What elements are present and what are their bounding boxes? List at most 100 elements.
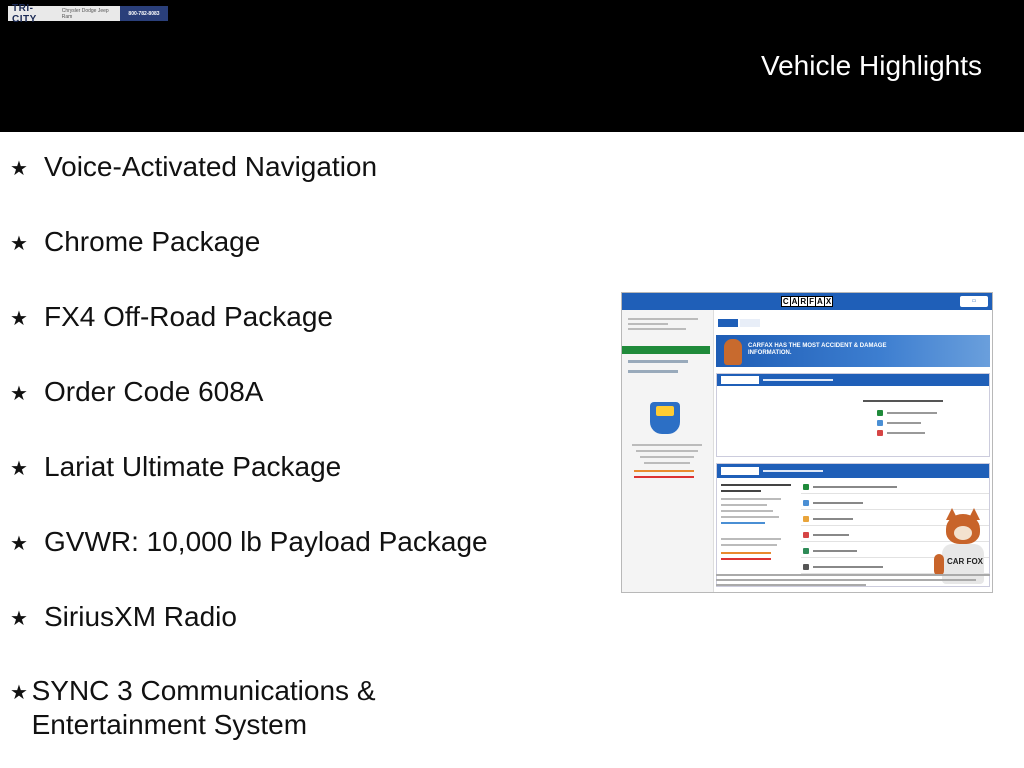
star-icon: ★ — [10, 306, 28, 330]
carfax-tabs — [718, 319, 762, 327]
dealer-phone-text: 800-782-8083 — [128, 10, 160, 17]
highlight-label: SYNC 3 Communications & Entertainment Sy… — [31, 675, 376, 740]
vehicle-history-header — [717, 464, 989, 478]
carfax-report-thumbnail[interactable]: C A R F A X ▭ CARFAX HAS THE MOST ACCIDE — [621, 292, 993, 593]
history-row — [801, 496, 989, 510]
vehicle-text-line — [721, 504, 767, 506]
history-row — [801, 480, 989, 494]
tab-other — [740, 319, 760, 327]
highlight-label: Lariat Ultimate Package — [44, 451, 342, 482]
carfax-logo-letter: R — [800, 297, 809, 306]
vehicle-text-line — [721, 490, 761, 492]
list-item: ★ SYNC 3 Communications & Entertainment … — [10, 674, 430, 742]
highlight-label: Order Code 608A — [44, 376, 264, 407]
footer-text-line — [716, 574, 990, 576]
tools-icon — [803, 500, 809, 506]
badge-icon — [650, 402, 680, 434]
star-icon: ★ — [10, 381, 28, 405]
row-text-line — [887, 422, 921, 424]
vehicle-text-line — [721, 510, 773, 512]
fox-mascot-icon: CAR FOX — [934, 508, 990, 592]
list-item: ★ GVWR: 10,000 lb Payload Package — [10, 525, 570, 561]
vehicle-text-line — [721, 498, 781, 500]
carfax-top-bar: C A R F A X ▭ — [622, 293, 992, 310]
star-icon: ★ — [10, 156, 28, 180]
location-icon — [803, 548, 809, 554]
carfax-mini-logo — [721, 376, 759, 384]
star-icon: ★ — [10, 231, 28, 255]
vehicle-text-line — [721, 538, 781, 540]
dealer-logo[interactable]: TRI-CITY Chrysler Dodge Jeep Ram 800-782… — [8, 3, 168, 25]
carfax-mini-logo — [721, 467, 759, 475]
row-text-line — [813, 486, 897, 488]
check-icon — [877, 410, 883, 416]
dealer-logo-phone: 800-782-8083 — [120, 6, 168, 21]
row-text-line — [813, 518, 853, 520]
tab-report — [718, 319, 738, 327]
print-icon: ▭ — [960, 296, 988, 307]
list-item: ★ Order Code 608A — [10, 375, 570, 411]
row-text-line — [887, 412, 937, 414]
carfax-logo-letter: A — [791, 297, 800, 306]
page-title: Vehicle Highlights — [760, 50, 982, 81]
footer-text-line — [716, 579, 976, 581]
history-events-title — [863, 400, 943, 402]
sidebar-text-line — [628, 328, 686, 330]
fox-arm — [934, 554, 944, 576]
sidebar-text-line — [632, 444, 702, 446]
vehicle-text-line — [721, 522, 765, 524]
highlight-label: GVWR: 10,000 lb Payload Package — [44, 526, 488, 557]
fox-face — [954, 526, 972, 540]
tools-icon — [877, 420, 883, 426]
carfax-sidebar — [622, 310, 714, 592]
carfax-logo-letter: F — [809, 297, 817, 306]
dealer-logo-text: TRI-CITY — [12, 2, 37, 25]
vehicle-text-line — [721, 484, 791, 486]
sidebar-text-line — [640, 456, 694, 458]
odometer-icon — [803, 564, 809, 570]
highlight-label: Chrome Package — [44, 226, 261, 257]
vehicle-text-line — [721, 544, 777, 546]
carfax-main: CARFAX HAS THE MOST ACCIDENT & DAMAGE IN… — [716, 310, 992, 592]
sidebar-text-line — [628, 318, 698, 320]
dealer-logo-tagline: Chrysler Dodge Jeep Ram — [61, 7, 109, 20]
sidebar-text-line — [634, 476, 694, 478]
star-icon: ★ — [10, 680, 28, 704]
header-text-line — [763, 379, 833, 381]
sidebar-nav-active — [622, 346, 710, 354]
highlight-label: SiriusXM Radio — [44, 601, 237, 632]
sidebar-text-line — [636, 450, 698, 452]
list-item: ★ Chrome Package — [10, 225, 570, 261]
row-text-line — [813, 502, 863, 504]
star-icon: ★ — [10, 456, 28, 480]
dealer-logo-main: TRI-CITY Chrysler Dodge Jeep Ram — [8, 3, 120, 25]
check-icon — [803, 484, 809, 490]
highlight-label: Voice-Activated Navigation — [44, 151, 378, 182]
row-text-line — [887, 432, 925, 434]
vehicle-text-line — [721, 558, 771, 560]
list-item: ★ Lariat Ultimate Package — [10, 450, 570, 486]
banner-text: CARFAX HAS THE MOST ACCIDENT & DAMAGE IN… — [748, 343, 887, 356]
list-item: ★ FX4 Off-Road Package — [10, 300, 570, 336]
sidebar-text-line — [628, 323, 668, 325]
carfax-logo-letter: A — [817, 297, 825, 306]
sidebar-link — [628, 370, 678, 373]
header-bar: TRI-CITY Chrysler Dodge Jeep Ram 800-782… — [0, 0, 1024, 132]
vehicle-text-line — [721, 552, 771, 554]
owner-icon — [803, 516, 809, 522]
row-text-line — [813, 550, 857, 552]
carfax-banner: CARFAX HAS THE MOST ACCIDENT & DAMAGE IN… — [716, 335, 990, 367]
highlight-label: FX4 Off-Road Package — [44, 301, 333, 332]
carfax-logo-letter: C — [782, 297, 791, 306]
history-value-header — [717, 374, 989, 386]
vehicle-text-line — [721, 516, 779, 518]
sidebar-text-line — [644, 462, 690, 464]
row-text-line — [813, 534, 849, 536]
star-icon: ★ — [10, 531, 28, 555]
header-text-line — [763, 470, 823, 472]
sidebar-link — [628, 360, 688, 363]
carfax-logo: C A R F A X — [780, 296, 834, 307]
fox-shirt-text: CAR FOX — [947, 557, 983, 566]
sidebar-text-line — [634, 470, 694, 472]
fox-mascot-icon — [724, 339, 742, 365]
